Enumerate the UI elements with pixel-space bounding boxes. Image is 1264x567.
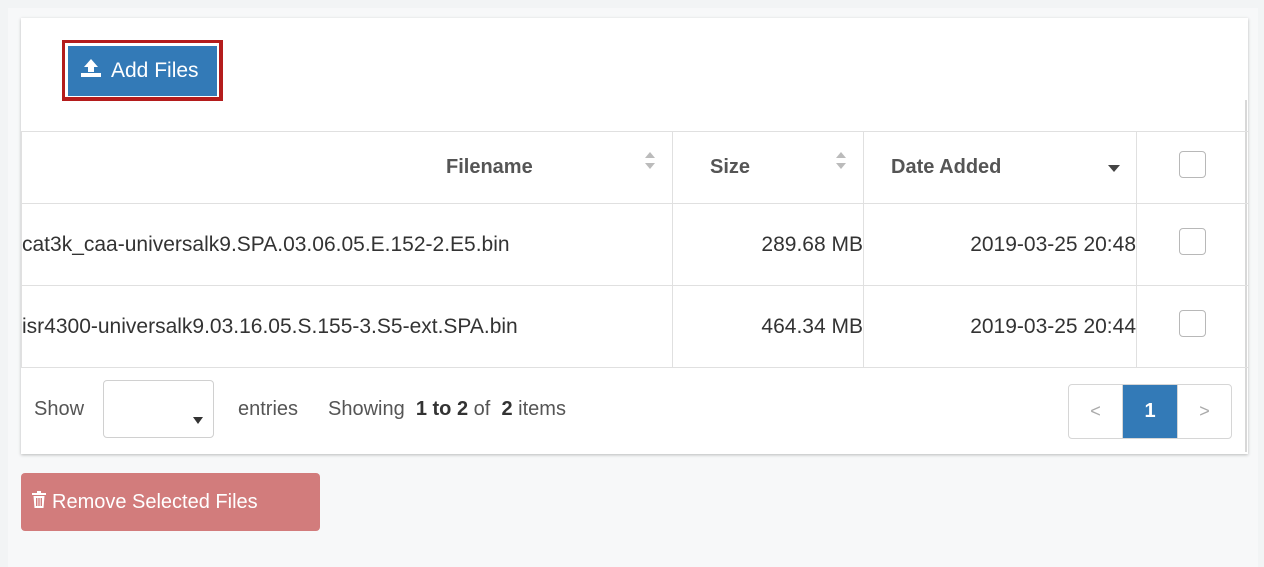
remove-selected-files-button[interactable]: Remove Selected Files — [21, 473, 320, 531]
table-footer: Show entries Showing 1 to 2 of 2 items <… — [21, 366, 1248, 454]
row-checkbox[interactable] — [1179, 228, 1206, 255]
add-files-button[interactable]: Add Files — [68, 46, 217, 96]
select-all-cell — [1136, 131, 1249, 204]
date-added-header-label: Date Added — [891, 156, 1002, 178]
row-checkbox[interactable] — [1179, 310, 1206, 337]
filename-cell: cat3k_caa-universalk9.SPA.03.06.05.E.152… — [21, 203, 673, 286]
show-label: Show — [34, 398, 85, 420]
entries-select[interactable] — [103, 380, 214, 438]
dropdown-caret-icon — [193, 407, 203, 430]
showing-prefix: Showing — [328, 398, 405, 420]
files-table: Filename Size Date Added cat3k_caa-unive… — [21, 131, 1249, 368]
column-header-filename[interactable]: Filename — [21, 131, 673, 204]
sort-desc-icon — [1108, 165, 1120, 173]
page-1-button[interactable]: 1 — [1123, 385, 1177, 438]
select-all-checkbox[interactable] — [1179, 151, 1206, 178]
table-row: cat3k_caa-universalk9.SPA.03.06.05.E.152… — [21, 203, 1249, 286]
date-added-cell: 2019-03-25 20:44 — [863, 285, 1137, 368]
entries-label: entries — [238, 398, 299, 420]
column-header-size[interactable]: Size — [672, 131, 864, 204]
date-added-cell: 2019-03-25 20:48 — [863, 203, 1137, 286]
of-label: of — [473, 398, 491, 420]
items-label: items — [518, 398, 566, 420]
table-header-row: Filename Size Date Added — [21, 131, 1249, 204]
column-header-date-added[interactable]: Date Added — [863, 131, 1137, 204]
row-select-cell — [1136, 285, 1249, 368]
row-select-cell — [1136, 203, 1249, 286]
pagination: < 1 > — [1068, 384, 1232, 439]
add-files-label: Add Files — [111, 59, 199, 82]
upload-icon — [80, 58, 102, 84]
sort-icon — [644, 150, 656, 172]
next-page-button[interactable]: > — [1177, 385, 1231, 438]
table-row: isr4300-universalk9.03.16.05.S.155-3.S5-… — [21, 285, 1249, 368]
filename-cell: isr4300-universalk9.03.16.05.S.155-3.S5-… — [21, 285, 673, 368]
filename-header-label: Filename — [446, 156, 533, 178]
trash-icon — [32, 490, 46, 514]
remove-selected-files-label: Remove Selected Files — [52, 490, 258, 513]
size-header-label: Size — [710, 156, 751, 178]
size-cell: 464.34 MB — [672, 285, 864, 368]
sort-icon — [835, 150, 847, 172]
showing-range: 1 to 2 — [415, 398, 469, 420]
showing-total: 2 — [501, 398, 513, 420]
size-cell: 289.68 MB — [672, 203, 864, 286]
showing-info: Showing 1 to 2 of 2 items — [328, 398, 566, 421]
prev-page-button[interactable]: < — [1069, 385, 1123, 438]
